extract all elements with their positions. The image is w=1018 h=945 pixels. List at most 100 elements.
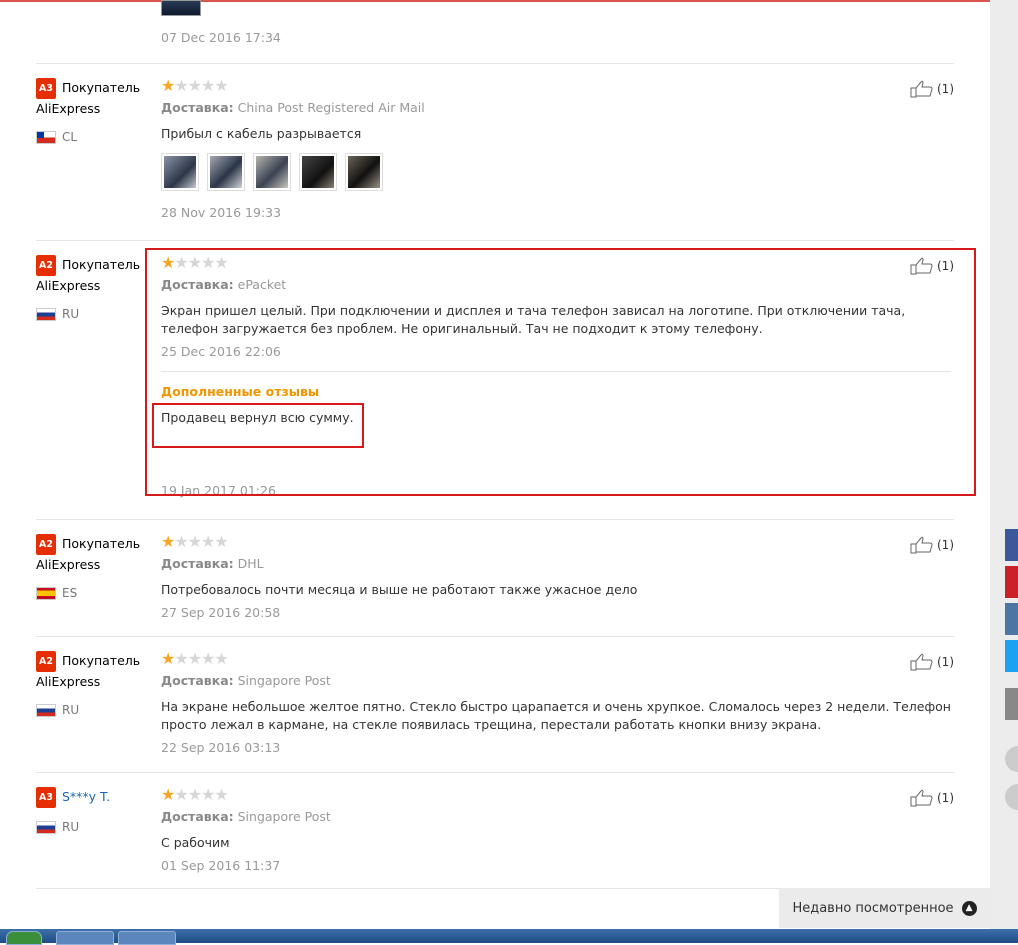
shipping-label: Доставка: [161,277,234,292]
review-photo[interactable] [207,153,245,191]
reviewer-info: A3 Покупатель AliExpress CL [36,78,151,144]
country-code: RU [62,820,80,834]
shipping-method: ePacket [237,277,287,292]
additional-review: Дополненные отзывы Продавец вернул всю с… [161,371,951,498]
reviewer-name: Покупатель [61,80,141,95]
shipping-label: Доставка: [161,100,234,115]
country-code: RU [62,307,80,321]
review-date: 01 Sep 2016 11:37 [161,858,281,873]
helpful-button[interactable]: (1) [910,789,954,807]
star-rating: ★★★★★ [161,253,229,272]
helpful-button[interactable]: (1) [910,653,954,671]
buyer-level-badge: A3 [36,787,56,808]
shipping-label: Доставка: [161,673,234,688]
vk-icon[interactable] [1005,603,1018,635]
review-photo[interactable] [161,153,199,191]
thumb-up-icon [910,257,933,275]
reviewer-name-2: AliExpress [36,101,101,116]
star-rating: ★★★★★ [161,649,229,668]
shipping-info: Доставка: China Post Registered Air Mail [161,100,951,115]
review-date: 07 Dec 2016 17:34 [161,30,281,45]
review-item: 07 Dec 2016 17:34 [36,0,954,64]
country-code: CL [62,130,78,144]
review-date: 22 Sep 2016 03:13 [161,740,281,755]
reviewer-country: RU [36,703,151,717]
review-text: Экран пришел целый. При подключении и ди… [161,303,906,336]
buyer-level-badge: A2 [36,534,56,555]
reviewer-name-link[interactable]: S***y T. [62,789,110,804]
review-text: Потребовалось почти месяца и выше не раб… [161,582,638,597]
helpful-button[interactable]: (1) [910,257,954,275]
shipping-info: Доставка: Singapore Post [161,809,951,824]
shipping-method: DHL [237,556,264,571]
reviewer-name-2: AliExpress [36,557,101,572]
review-date: 27 Sep 2016 20:58 [161,605,281,620]
buyer-level-badge: A2 [36,651,56,672]
review-item: A2 Покупатель AliExpress RU ★★★★★ Доставк… [36,637,954,773]
review-text: Прибыл с кабель разрывается [161,126,362,141]
review-photo[interactable] [345,153,383,191]
reviewer-name: Покупатель [61,257,141,272]
thumb-up-icon [910,536,933,554]
star-rating: ★★★★★ [161,785,229,804]
country-code: RU [62,703,80,717]
review-item: A3 Покупатель AliExpress CL ★★★★★ Доставк… [36,64,954,241]
reviewer-info: A2 Покупатель AliExpress RU [36,651,151,717]
review-photo[interactable] [299,153,337,191]
reviewer-country: RU [36,307,151,321]
shipping-info: Доставка: ePacket [161,277,951,292]
pinterest-icon[interactable] [1005,566,1018,598]
spain-flag-icon [36,586,56,600]
more-icon[interactable] [1005,688,1018,720]
review-text: С рабочим [161,835,230,850]
helpful-button[interactable]: (1) [910,536,954,554]
reviewer-info: A2 Покупатель AliExpress ES [36,534,151,600]
review-date: 28 Nov 2016 19:33 [161,205,282,220]
shipping-info: Доставка: Singapore Post [161,673,951,688]
additional-review-text: Продавец вернул всю сумму. [161,410,354,425]
shipping-label: Доставка: [161,556,234,571]
twitter-icon[interactable] [1005,640,1018,672]
reviewer-country: ES [36,586,151,600]
reviewer-name-2: AliExpress [36,674,101,689]
review-item: A2 Покупатель AliExpress ES ★★★★★ Доставк… [36,520,954,637]
reviewer-country: CL [36,130,151,144]
reviewer-country: RU [36,820,151,834]
thumb-up-icon [910,789,933,807]
shipping-method: China Post Registered Air Mail [237,100,425,115]
buyer-level-badge: A3 [36,78,56,99]
helpful-count: (1) [937,538,954,552]
taskbar [0,929,1018,945]
recently-viewed-bar[interactable]: Недавно посмотренное ▲ [779,888,990,928]
review-date: 25 Dec 2016 22:06 [161,344,281,359]
review-photo[interactable] [161,0,201,16]
thumb-up-icon [910,653,933,671]
reviewer-name-2: AliExpress [36,278,101,293]
country-code: ES [62,586,78,600]
highlight-box-mask [147,494,974,496]
shipping-label: Доставка: [161,809,234,824]
review-item: A3 S***y T. RU ★★★★★ Доставка: Singapore … [36,773,954,889]
helpful-button[interactable]: (1) [910,80,954,98]
review-photos [161,153,951,191]
helpful-count: (1) [937,259,954,273]
reviewer-info: A3 S***y T. RU [36,787,151,834]
reviewer-info: A2 Покупатель AliExpress RU [36,255,151,321]
review-item: A2 Покупатель AliExpress RU ★★★★★ Доставк… [36,241,954,520]
shipping-info: Доставка: DHL [161,556,951,571]
recently-viewed-label: Недавно посмотренное [792,900,954,916]
helpful-count: (1) [937,655,954,669]
review-text: На экране небольшое желтое пятно. Стекло… [161,699,951,732]
russia-flag-icon [36,307,56,321]
reviewer-name: Покупатель [61,536,141,551]
star-rating: ★★★★★ [161,76,229,95]
shipping-method: Singapore Post [237,673,331,688]
reviewer-name: Покупатель [61,653,141,668]
review-photo[interactable] [253,153,291,191]
chevron-up-icon: ▲ [961,900,977,916]
helpful-count: (1) [937,791,954,805]
thumb-up-icon [910,80,933,98]
chile-flag-icon [36,130,56,144]
facebook-icon[interactable] [1005,529,1018,561]
shipping-method: Singapore Post [237,809,331,824]
